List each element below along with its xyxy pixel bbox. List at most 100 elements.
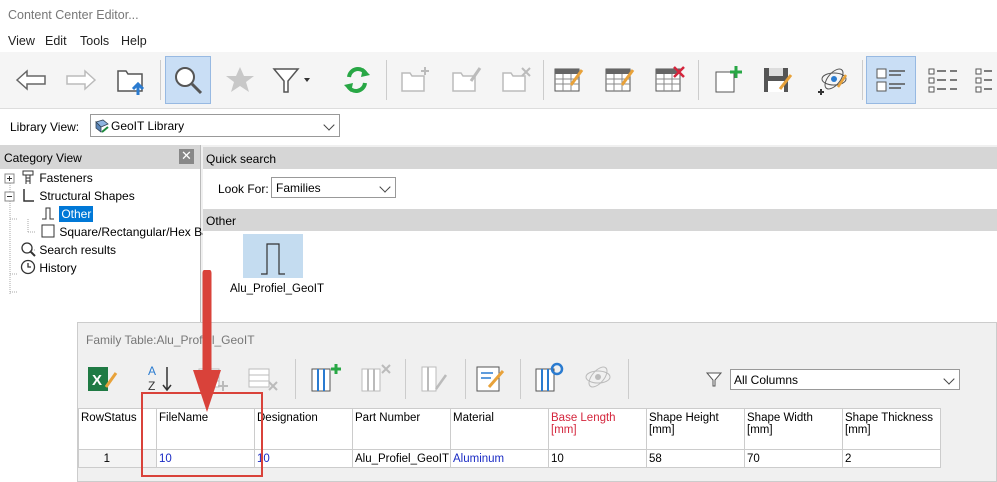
- refresh-icon: [344, 67, 370, 93]
- library-view-label: Library View:: [10, 120, 80, 134]
- column-header-designation[interactable]: Designation: [254, 408, 353, 450]
- export-excel-button[interactable]: X: [84, 361, 118, 398]
- shape-width-cell[interactable]: 70: [744, 449, 843, 468]
- delete-category-icon: [502, 67, 531, 92]
- publish-button[interactable]: [810, 56, 856, 104]
- delete-column-icon: [361, 364, 391, 392]
- delete-table-button[interactable]: [646, 56, 692, 104]
- tree-item-label: Fasteners: [39, 171, 93, 185]
- menu-help[interactable]: Help: [121, 34, 147, 48]
- tree-item-fasteners[interactable]: Fasteners: [20, 169, 93, 187]
- edit-category-button[interactable]: [443, 56, 489, 104]
- menu-edit[interactable]: Edit: [45, 34, 67, 48]
- publish-family-button[interactable]: [580, 361, 614, 398]
- delete-category-button[interactable]: [493, 56, 539, 104]
- part-number-cell[interactable]: Alu_Profiel_GeoIT: [352, 449, 451, 468]
- large-icons-view-button[interactable]: [866, 56, 916, 104]
- other-header: Other: [203, 209, 997, 231]
- open-folder-button[interactable]: [108, 56, 154, 104]
- column-header-base-length[interactable]: Base Length [mm]: [548, 408, 647, 450]
- large-icons-view-icon: [876, 68, 905, 92]
- add-family-icon: [715, 66, 742, 93]
- details-view-button[interactable]: [972, 56, 997, 104]
- edit-family-properties-button[interactable]: [473, 361, 507, 398]
- look-for-label: Look For:: [218, 182, 269, 196]
- tree-item-structural-shapes[interactable]: Structural Shapes: [20, 187, 135, 205]
- list-view-button[interactable]: [920, 56, 966, 104]
- menu-bar: View Edit Tools Help: [0, 30, 997, 52]
- designation-cell[interactable]: 10: [254, 449, 353, 468]
- new-category-button[interactable]: [392, 56, 438, 104]
- favorites-button[interactable]: [217, 56, 263, 104]
- excel-icon: X: [88, 367, 118, 391]
- close-icon[interactable]: ✕: [179, 149, 194, 164]
- filter-icon: [272, 68, 310, 93]
- columns-filter-value: All Columns: [734, 373, 799, 387]
- filter-button[interactable]: [267, 56, 313, 104]
- library-view-value: GeoIT Library: [111, 119, 185, 133]
- publish-icon: [585, 366, 611, 388]
- library-view-dropdown[interactable]: GeoIT Library: [90, 114, 340, 137]
- family-thumbnail[interactable]: [243, 234, 303, 278]
- edit-table-icon: [554, 68, 584, 92]
- column-properties-icon: [421, 366, 448, 392]
- shape-thickness-cell[interactable]: 2: [842, 449, 941, 468]
- chevron-down-icon: [943, 372, 955, 385]
- details-view-icon: [975, 68, 992, 93]
- material-cell[interactable]: Aluminum: [450, 449, 549, 468]
- column-properties-button[interactable]: [418, 361, 452, 398]
- tree-item-other[interactable]: Other: [40, 205, 94, 223]
- window-title-bar: Content Center Editor...: [0, 0, 997, 30]
- window-title: Content Center Editor...: [8, 8, 139, 22]
- save-button[interactable]: [754, 56, 800, 104]
- profile-icon: [42, 207, 54, 220]
- tree-item-label: Square/Rectangular/Hex Bar: [59, 225, 213, 239]
- forward-button[interactable]: [58, 56, 104, 104]
- search-button[interactable]: [165, 56, 211, 104]
- look-for-dropdown[interactable]: Families: [271, 177, 396, 198]
- edit-table-button[interactable]: [545, 56, 591, 104]
- svg-text:X: X: [92, 372, 102, 389]
- tree-item-search-results[interactable]: Search results: [20, 241, 116, 259]
- column-header-material[interactable]: Material: [450, 408, 549, 450]
- add-column-button[interactable]: [308, 361, 342, 398]
- library-view-bar: Library View: GeoIT Library: [0, 109, 997, 145]
- list-view-icon: [928, 68, 957, 93]
- column-header-shape-height[interactable]: Shape Height [mm]: [646, 408, 745, 450]
- refresh-button[interactable]: [334, 56, 380, 104]
- look-for-value: Families: [276, 181, 321, 195]
- menu-tools[interactable]: Tools: [80, 34, 109, 48]
- other-title: Other: [206, 214, 237, 228]
- profile-family-icon: [261, 243, 285, 275]
- tree-item-label: Other: [59, 206, 94, 222]
- column-header-part-number[interactable]: Part Number: [352, 408, 451, 450]
- library-icon: [95, 119, 109, 133]
- delete-column-button[interactable]: [358, 361, 392, 398]
- favorite-star-icon: [226, 67, 254, 92]
- svg-text:Z: Z: [148, 379, 155, 393]
- family-label[interactable]: Alu_Profiel_GeoIT: [230, 283, 324, 295]
- key-column-button[interactable]: [532, 361, 566, 398]
- open-folder-icon: [117, 70, 145, 95]
- back-button[interactable]: [8, 56, 54, 104]
- new-category-icon: [401, 67, 429, 92]
- base-length-cell[interactable]: 10: [548, 449, 647, 468]
- column-header-shape-width[interactable]: Shape Width [mm]: [744, 408, 843, 450]
- table-icon: [605, 68, 635, 92]
- tree-item-label: History: [39, 261, 77, 275]
- search-icon: [21, 242, 36, 257]
- menu-view[interactable]: View: [8, 34, 35, 48]
- add-family-button[interactable]: [704, 56, 750, 104]
- table-button[interactable]: [596, 56, 642, 104]
- save-icon: [764, 68, 793, 92]
- tree-item-square-bar[interactable]: Square/Rectangular/Hex Bar: [40, 223, 213, 241]
- chevron-down-icon: [323, 118, 335, 131]
- publish-icon: [818, 68, 848, 95]
- quick-search-header: Quick search: [203, 147, 997, 169]
- family-properties-icon: [476, 366, 505, 392]
- column-header-shape-thickness[interactable]: Shape Thickness [mm]: [842, 408, 941, 450]
- columns-filter-dropdown[interactable]: All Columns: [730, 369, 960, 390]
- shape-height-cell[interactable]: 58: [646, 449, 745, 468]
- delete-table-icon: [655, 66, 685, 92]
- tree-item-history[interactable]: History: [20, 259, 77, 277]
